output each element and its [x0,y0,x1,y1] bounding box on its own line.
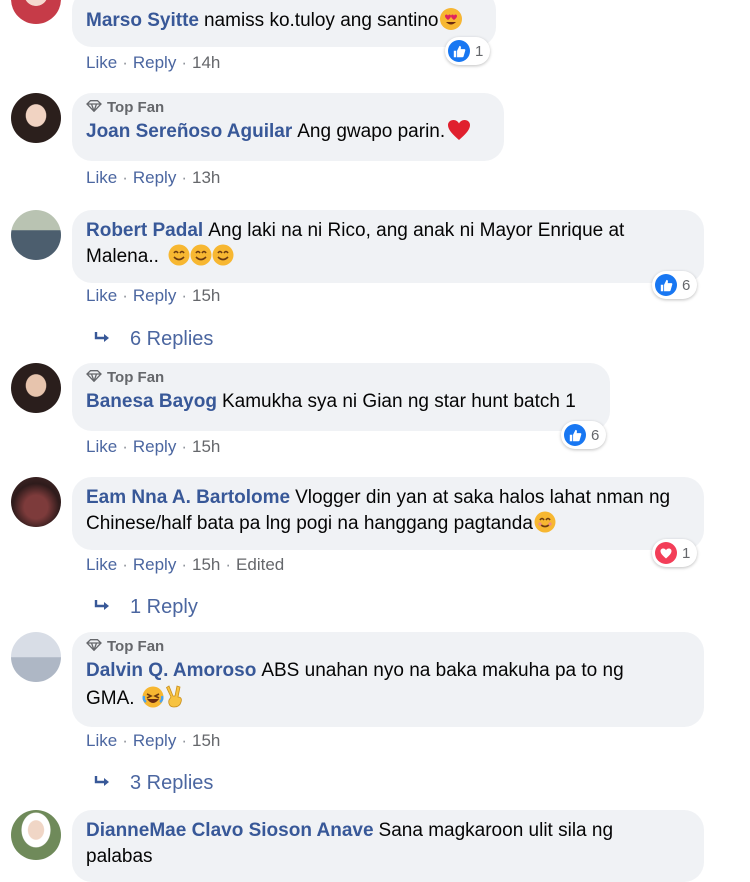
comment-author[interactable]: Dalvin Q. Amoroso [86,660,256,681]
reaction-count: 6 [591,426,600,444]
comment-actions: Like · Reply · 15h [86,286,220,306]
comment-bubble: Marso Syitte namiss ko.tuloy ang santino [72,0,496,47]
separator: · [122,437,128,456]
top-fan-label: Top Fan [107,638,165,655]
separator: · [181,731,187,750]
reaction-count: 1 [475,42,484,60]
replies-count-label: 1 Reply [130,596,198,618]
reply-link[interactable]: Reply [133,731,176,750]
comment-actions: Like · Reply · 14h [86,53,220,73]
comment-text: Ang gwapo parin. [297,121,446,142]
comment-actions: Like · Reply · 15h [86,731,220,751]
separator: · [122,555,128,574]
smiling-emoji [168,244,234,274]
comment-bubble: Robert Padal Ang laki na ni Rico, ang ana… [72,210,704,283]
reply-arrow-icon [94,328,112,351]
comment-actions: Like · Reply · 15h · Edited [86,555,284,575]
replies-count-label: 6 Replies [130,328,214,350]
separator: · [122,286,128,305]
comment-author[interactable]: Joan Sereñoso Aguilar [86,121,292,142]
comment-bubble: DianneMae Clavo Sioson Anave Sana magkaro… [72,810,704,882]
comment-bubble: Eam Nna A. Bartolome Vlogger din yan at s… [72,477,704,550]
smiling-emoji [534,511,556,541]
top-fan-badge[interactable]: Top Fan [86,638,690,656]
avatar[interactable] [11,477,61,527]
reaction-count-badge[interactable]: 6 [652,271,698,299]
reaction-count-badge[interactable]: 1 [445,37,491,65]
reaction-count-badge[interactable]: 1 [652,539,698,567]
comment-actions: Like · Reply · 13h [86,168,220,188]
comment-text: Kamukha sya ni Gian ng star hunt batch 1 [221,391,576,412]
separator: · [122,731,128,750]
view-replies-link[interactable]: 1 Reply [94,596,198,619]
comment-author[interactable]: Eam Nna A. Bartolome [86,487,290,508]
separator: · [181,286,187,305]
like-reaction-icon [655,274,677,296]
victory-hand-emoji [165,684,184,716]
comment-author[interactable]: DianneMae Clavo Sioson Anave [86,820,374,841]
timestamp[interactable]: 13h [192,168,220,187]
like-link[interactable]: Like [86,286,117,305]
laughing-emoji [142,686,164,716]
separator: · [122,53,128,72]
reply-arrow-icon [94,596,112,619]
comment-author[interactable]: Banesa Bayog [86,391,217,412]
comment-author[interactable]: Robert Padal [86,220,203,241]
top-fan-badge[interactable]: Top Fan [86,99,490,117]
view-replies-link[interactable]: 3 Replies [94,772,213,795]
timestamp[interactable]: 15h [192,555,220,574]
reply-link[interactable]: Reply [133,555,176,574]
avatar[interactable] [11,810,61,860]
like-reaction-icon [448,40,470,62]
reaction-count: 1 [682,544,691,562]
separator: · [181,168,187,187]
like-link[interactable]: Like [86,555,117,574]
replies-count-label: 3 Replies [130,772,214,794]
separator: · [181,437,187,456]
top-fan-label: Top Fan [107,99,165,116]
top-fan-diamond-icon [86,99,102,117]
comment-author[interactable]: Marso Syitte [86,10,199,31]
avatar[interactable] [11,632,61,682]
comment-bubble: Top Fan Joan Sereñoso Aguilar Ang gwapo p… [72,93,504,161]
love-reaction-icon [655,542,677,564]
comment-bubble: Top Fan Dalvin Q. Amoroso ABS unahan nyo … [72,632,704,727]
separator: · [181,555,187,574]
timestamp[interactable]: 15h [192,731,220,750]
view-replies-link[interactable]: 6 Replies [94,328,213,351]
reply-link[interactable]: Reply [133,168,176,187]
separator: · [181,53,187,72]
comment-bubble: Top Fan Banesa Bayog Kamukha sya ni Gian … [72,363,610,431]
top-fan-diamond-icon [86,369,102,387]
heart-eyes-emoji [440,8,463,30]
avatar[interactable] [11,210,61,260]
like-link[interactable]: Like [86,437,117,456]
reply-arrow-icon [94,772,112,795]
avatar[interactable] [11,93,61,143]
top-fan-badge[interactable]: Top Fan [86,369,596,387]
timestamp[interactable]: 15h [192,437,220,456]
reaction-count-badge[interactable]: 6 [561,421,607,449]
like-reaction-icon [564,424,586,446]
edited-label[interactable]: Edited [236,555,284,574]
top-fan-label: Top Fan [107,369,165,386]
reply-link[interactable]: Reply [133,53,176,72]
timestamp[interactable]: 15h [192,286,220,305]
reaction-count: 6 [682,276,691,294]
comment-actions: Like · Reply · 15h [86,437,220,457]
reply-link[interactable]: Reply [133,437,176,456]
separator: · [122,168,128,187]
red-heart-emoji [447,119,471,149]
avatar[interactable] [11,363,61,413]
like-link[interactable]: Like [86,731,117,750]
reply-link[interactable]: Reply [133,286,176,305]
top-fan-diamond-icon [86,638,102,656]
avatar[interactable] [11,0,61,24]
comment-text: namiss ko.tuloy ang santino [203,10,439,31]
separator: · [225,555,232,574]
like-link[interactable]: Like [86,53,117,72]
timestamp[interactable]: 14h [192,53,220,72]
like-link[interactable]: Like [86,168,117,187]
